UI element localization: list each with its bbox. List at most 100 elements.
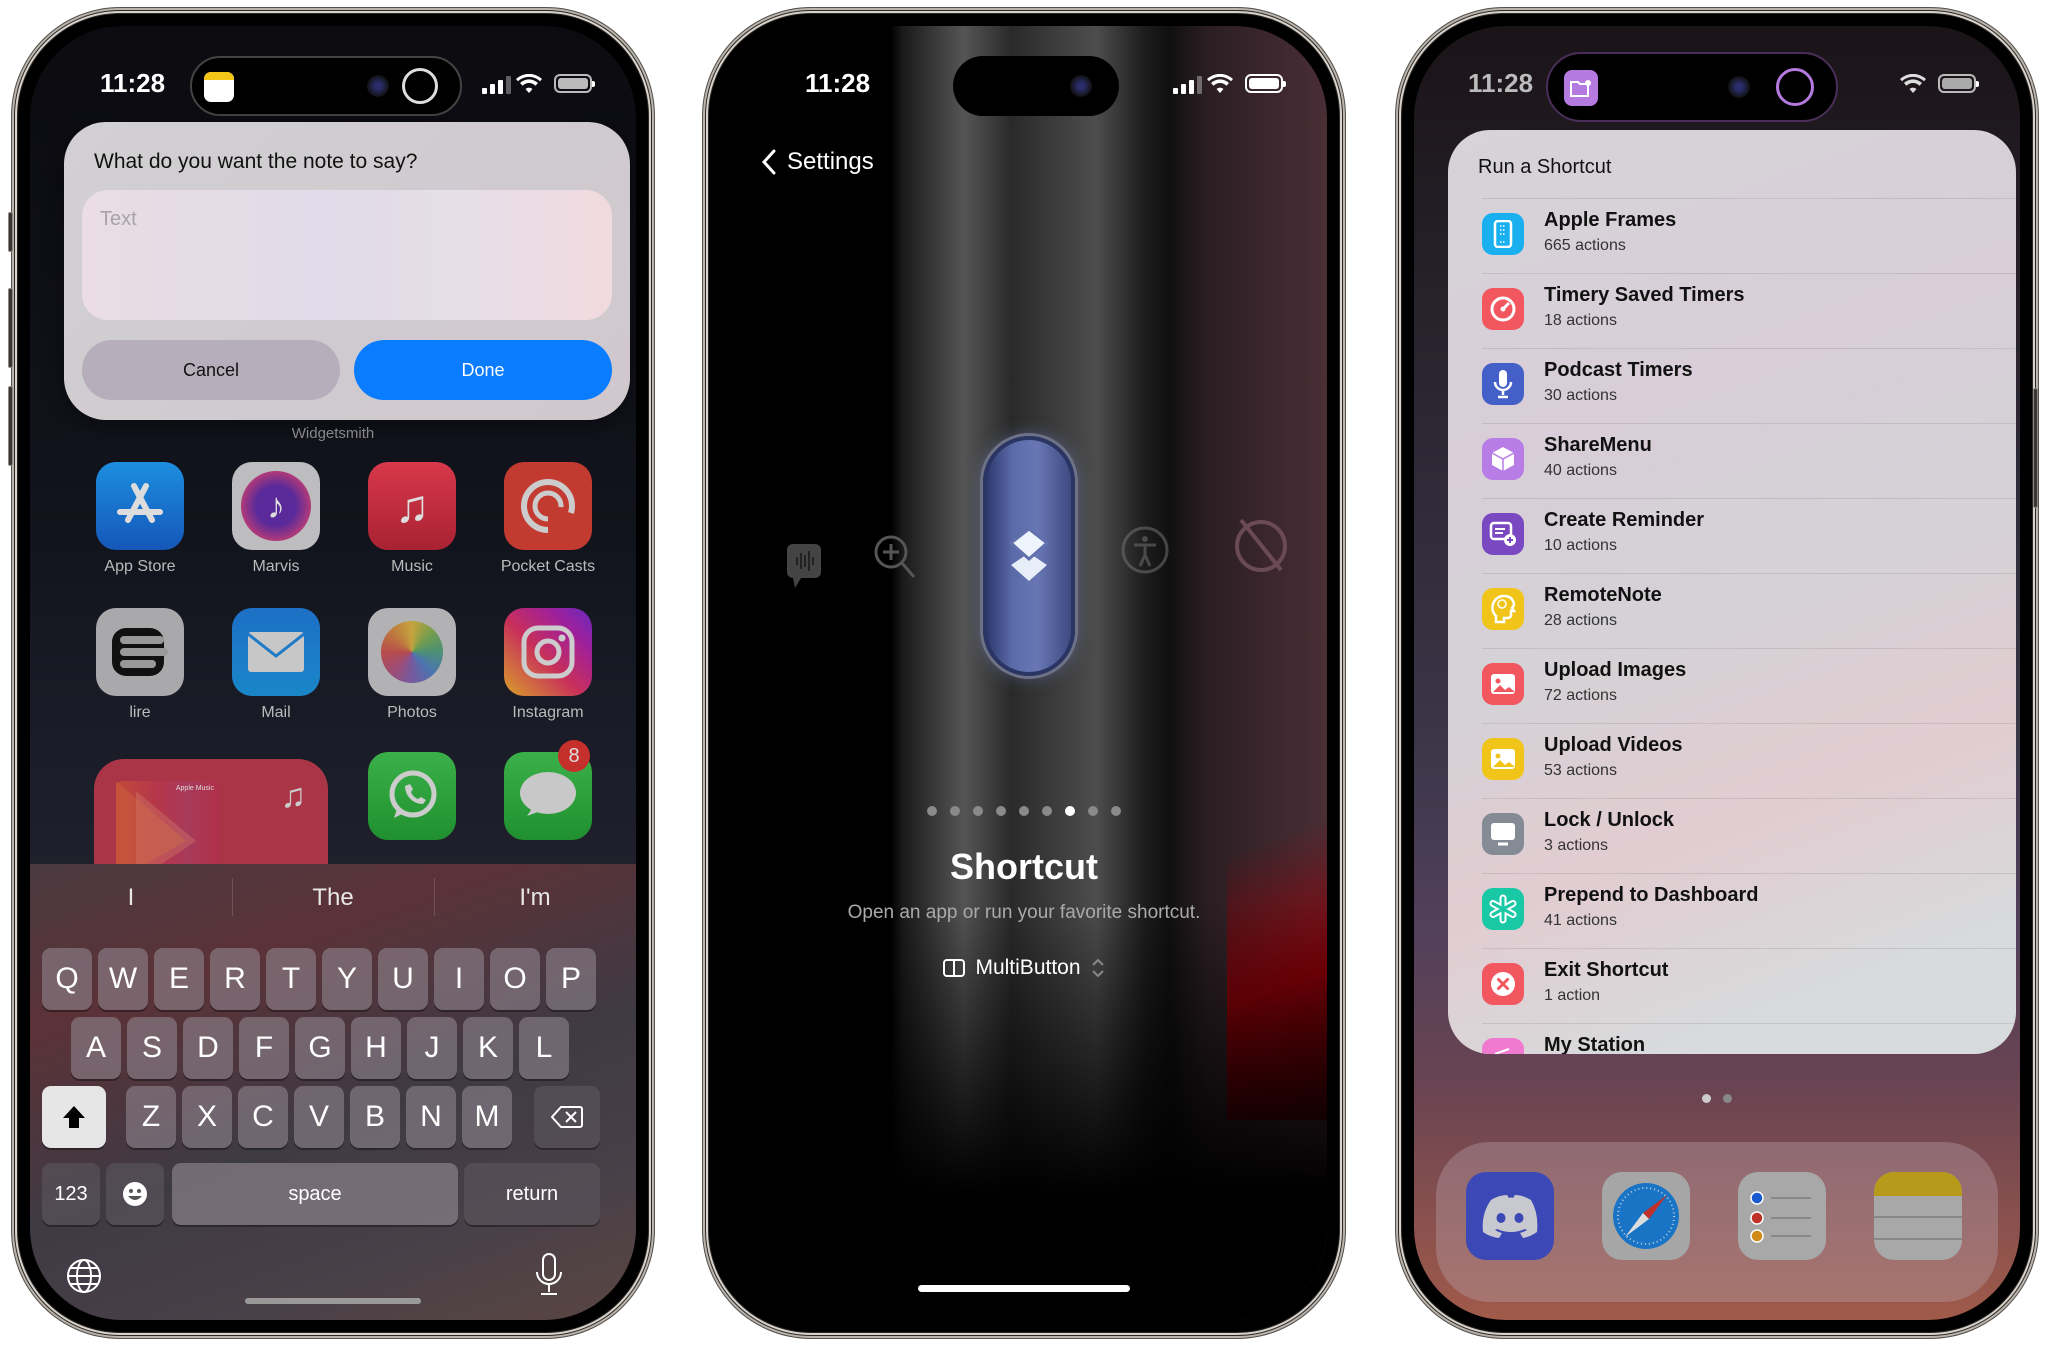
voice-memo-icon[interactable] — [785, 542, 823, 592]
globe-icon[interactable] — [64, 1256, 104, 1296]
shortcut-row[interactable]: Upload Images 72 actions — [1482, 648, 2016, 723]
music-widget[interactable]: Apple Music ♫ — [94, 759, 328, 879]
done-button[interactable]: Done — [354, 340, 612, 400]
letter-key[interactable]: O — [490, 948, 540, 1010]
space-key[interactable]: space — [172, 1163, 458, 1225]
letter-key[interactable]: Y — [322, 948, 372, 1010]
photos-app[interactable]: Photos — [362, 608, 462, 722]
cancel-button[interactable]: Cancel — [82, 340, 340, 400]
letter-key[interactable]: U — [378, 948, 428, 1010]
page-dot[interactable] — [927, 806, 937, 816]
letter-key[interactable]: V — [294, 1086, 344, 1148]
page-dot[interactable] — [1019, 806, 1029, 816]
shortcut-row[interactable]: Lock / Unlock 3 actions — [1482, 798, 2016, 873]
shortcut-action-count: 40 actions — [1544, 462, 1617, 479]
suggestion[interactable]: I'm — [434, 864, 636, 932]
letter-key[interactable]: X — [182, 1086, 232, 1148]
page-dot[interactable] — [950, 806, 960, 816]
letter-key[interactable]: D — [183, 1017, 233, 1079]
letter-key[interactable]: J — [407, 1017, 457, 1079]
accessibility-icon[interactable] — [1119, 524, 1171, 576]
letter-key[interactable]: M — [462, 1086, 512, 1148]
lire-app[interactable]: lire — [90, 608, 190, 722]
shortcut-picker[interactable]: MultiButton — [721, 956, 1327, 980]
shortcut-name: My Station — [1544, 1034, 1646, 1054]
letter-key[interactable]: G — [295, 1017, 345, 1079]
shortcut-row[interactable]: Timery Saved Timers 18 actions — [1482, 273, 2016, 348]
music-app[interactable]: ♫ Music — [362, 462, 462, 576]
music-icon: ♫ — [368, 462, 456, 550]
letter-key[interactable]: P — [546, 948, 596, 1010]
letter-key[interactable]: K — [463, 1017, 513, 1079]
shortcut-row[interactable]: Upload Videos 53 actions — [1482, 723, 2016, 798]
letter-key[interactable]: T — [266, 948, 316, 1010]
letter-key[interactable]: B — [350, 1086, 400, 1148]
delete-key[interactable] — [534, 1086, 600, 1148]
home-indicator[interactable] — [918, 1285, 1130, 1292]
shortcut-row[interactable]: Prepend to Dashboard 41 actions — [1482, 873, 2016, 948]
dynamic-island[interactable] — [1546, 52, 1838, 122]
shift-key[interactable] — [42, 1086, 106, 1148]
magnifier-icon[interactable] — [873, 534, 917, 586]
discord-icon[interactable] — [1466, 1172, 1554, 1260]
pocket-casts-app[interactable]: Pocket Casts — [498, 462, 598, 576]
letter-key[interactable]: Z — [126, 1086, 176, 1148]
numbers-key[interactable]: 123 — [42, 1163, 100, 1225]
letter-key[interactable]: I — [434, 948, 484, 1010]
action-button-preview[interactable] — [983, 436, 1075, 676]
page-indicator[interactable] — [721, 806, 1327, 816]
battery-icon — [1938, 74, 1979, 93]
dynamic-island[interactable] — [190, 56, 462, 116]
shortcut-row[interactable]: Apple Frames 665 actions — [1482, 198, 2016, 273]
action-title: Shortcut — [950, 846, 1098, 887]
letter-key[interactable]: R — [210, 948, 260, 1010]
page-dot[interactable] — [973, 806, 983, 816]
microphone-icon[interactable] — [534, 1252, 564, 1298]
cellular-signal-icon — [482, 76, 511, 94]
letter-key[interactable]: H — [351, 1017, 401, 1079]
letter-key[interactable]: Q — [42, 948, 92, 1010]
shortcut-row[interactable]: ShareMenu 40 actions — [1482, 423, 2016, 498]
return-key[interactable]: return — [464, 1163, 600, 1225]
letter-key[interactable]: W — [98, 948, 148, 1010]
panel-title: Run a Shortcut — [1478, 156, 1612, 178]
instagram-app[interactable]: Instagram — [498, 608, 598, 722]
back-button[interactable]: Settings — [761, 148, 874, 176]
no-action-icon[interactable] — [1229, 514, 1289, 574]
letter-key[interactable]: F — [239, 1017, 289, 1079]
suggestion[interactable]: The — [232, 864, 434, 932]
emoji-key[interactable] — [106, 1163, 164, 1225]
app-store-app[interactable]: App Store — [90, 462, 190, 576]
shortcut-row[interactable]: My Station — [1482, 1023, 2016, 1054]
marvis-app[interactable]: ♪ Marvis — [226, 462, 326, 576]
shortcut-name: ShareMenu — [1544, 434, 1652, 456]
emoji-icon — [123, 1182, 147, 1206]
suggestion[interactable]: I — [30, 864, 232, 932]
messages-app[interactable]: 8 — [498, 740, 598, 840]
letter-key[interactable]: N — [406, 1086, 456, 1148]
safari-icon[interactable] — [1602, 1172, 1690, 1260]
page-indicator[interactable] — [1414, 1094, 2020, 1103]
note-text-input[interactable]: Text — [82, 190, 612, 320]
page-dot[interactable] — [996, 806, 1006, 816]
letter-key[interactable]: S — [127, 1017, 177, 1079]
shortcut-row[interactable]: Exit Shortcut 1 action — [1482, 948, 2016, 1023]
home-indicator[interactable] — [245, 1298, 421, 1304]
whatsapp-app[interactable] — [362, 752, 462, 840]
notes-icon[interactable] — [1874, 1172, 1962, 1260]
page-dot[interactable] — [1042, 806, 1052, 816]
page-dot[interactable] — [1111, 806, 1121, 816]
status-time: 11:28 — [1468, 68, 1534, 98]
letter-key[interactable]: E — [154, 948, 204, 1010]
reminders-icon[interactable] — [1738, 1172, 1826, 1260]
mail-app[interactable]: Mail — [226, 608, 326, 722]
page-dot[interactable] — [1065, 806, 1075, 816]
shortcut-row[interactable]: RemoteNote 28 actions — [1482, 573, 2016, 648]
letter-key[interactable]: A — [71, 1017, 121, 1079]
letter-key[interactable]: C — [238, 1086, 288, 1148]
screen: 11:28 Settings Shortcut Open an app or r… — [721, 26, 1327, 1320]
shortcut-row[interactable]: Podcast Timers 30 actions — [1482, 348, 2016, 423]
page-dot[interactable] — [1088, 806, 1098, 816]
letter-key[interactable]: L — [519, 1017, 569, 1079]
shortcut-row[interactable]: Create Reminder 10 actions — [1482, 498, 2016, 573]
